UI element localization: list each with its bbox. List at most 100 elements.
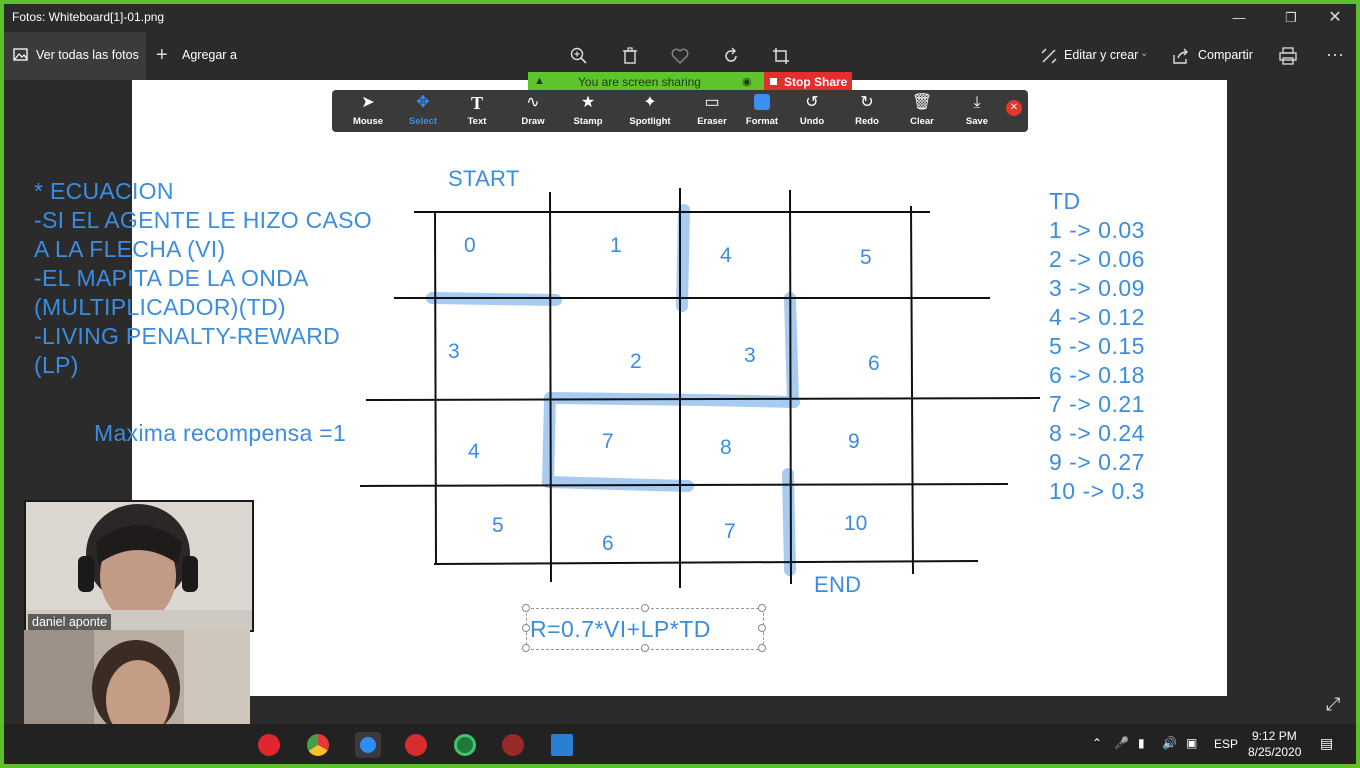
td-row: 7 -> 0.21 [1049, 391, 1145, 417]
grid-line [433, 560, 979, 565]
language-indicator[interactable]: ESP [1214, 737, 1238, 751]
grid-cell-value: 10 [844, 512, 868, 535]
note-line: (MULTIPLICADOR)(TD) [34, 294, 286, 320]
tool-clear[interactable]: 🗑 Clear [894, 90, 950, 132]
td-title: TD [1049, 188, 1081, 214]
grid-cell-value: 5 [860, 246, 872, 269]
text-icon: T [470, 93, 483, 113]
grid-cell-value: 3 [448, 340, 460, 363]
grid-cell-value: 6 [868, 352, 880, 375]
tool-format[interactable]: Format [734, 90, 790, 132]
note-line: (LP) [34, 352, 79, 378]
tool-spotlight[interactable]: ✦ Spotlight [622, 90, 678, 132]
grid-cell-value: 8 [720, 436, 732, 459]
stop-share-button[interactable]: Stop Share [764, 72, 852, 92]
grid-cell-value: 6 [602, 532, 614, 555]
td-row: 6 -> 0.18 [1049, 362, 1145, 388]
move-icon: ✥ [416, 94, 430, 111]
notifications-icon[interactable]: ▤ [1320, 735, 1333, 752]
battery-icon[interactable]: ▮ [1138, 736, 1145, 750]
end-label: END [814, 572, 862, 597]
note-line: -EL MAPITA DE LA ONDA [34, 265, 309, 291]
td-row: 3 -> 0.09 [1049, 275, 1145, 301]
tool-save[interactable]: ⤓ Save [949, 90, 1005, 132]
app-icon[interactable] [405, 734, 427, 756]
grid-line [789, 189, 792, 585]
grid-cell-value: 1 [610, 234, 622, 257]
shield-icon: ◉ [742, 76, 752, 88]
magic-wand-icon: ✦ [643, 94, 657, 111]
tool-stamp[interactable]: ★ Stamp [560, 90, 616, 132]
resize-handle[interactable] [641, 604, 649, 612]
start-label: START [448, 166, 520, 191]
tool-undo[interactable]: ↺ Undo [784, 90, 840, 132]
volume-icon[interactable]: 🔊 [1162, 736, 1177, 750]
redo-icon: ↻ [860, 94, 874, 111]
clock-time[interactable]: 9:12 PM [1252, 729, 1297, 743]
td-row: 10 -> 0.3 [1049, 478, 1145, 504]
app-icon[interactable] [454, 734, 476, 756]
grid-cell-value: 2 [630, 350, 642, 373]
resize-handle[interactable] [522, 624, 530, 632]
screen-sharing-banner: ▲ You are screen sharing ◉ [528, 72, 764, 92]
grid-cell-value: 3 [744, 344, 756, 367]
tool-draw[interactable]: ∿ Draw [505, 90, 561, 132]
video-tile-daniel[interactable]: daniel aponte [24, 500, 254, 632]
grid-cell-value: 5 [492, 514, 504, 537]
tool-eraser[interactable]: ▭ Eraser [684, 90, 740, 132]
annotation-toolbar: ➤ Mouse ✥ Select T Text ∿ Draw ★ Stamp ✦ Spotl… [332, 90, 1028, 132]
grid-line [549, 191, 552, 583]
td-row: 9 -> 0.27 [1049, 449, 1145, 475]
expand-icon[interactable]: ⤢ [1326, 694, 1340, 715]
cursor-icon: ➤ [361, 94, 375, 111]
resize-handle[interactable] [758, 644, 766, 652]
format-icon [734, 94, 790, 115]
tool-mouse[interactable]: ➤ Mouse [340, 90, 396, 132]
note-line: -SI EL AGENTE LE HIZO CASO [34, 207, 372, 233]
grid-cell-value: 7 [724, 520, 736, 543]
star-icon: ★ [580, 94, 596, 111]
sharing-icon: ▲ [534, 75, 545, 87]
resize-handle[interactable] [522, 604, 530, 612]
microphone-icon[interactable]: 🎤 [1114, 736, 1129, 750]
undo-icon: ↺ [805, 94, 819, 111]
td-row: 1 -> 0.03 [1049, 217, 1145, 243]
photos-app-icon[interactable] [551, 734, 573, 756]
photos-app-window: Fotos: Whiteboard[1]-01.png — ❐ ✕ Ver to… [4, 4, 1356, 764]
sharing-label: You are screen sharing [578, 75, 701, 89]
zoom-app-icon[interactable] [355, 732, 381, 758]
opera-icon[interactable] [258, 734, 280, 756]
td-row: 8 -> 0.24 [1049, 420, 1145, 446]
participant-name: daniel aponte [28, 614, 112, 630]
note-line: -LIVING PENALTY-REWARD [34, 323, 341, 349]
td-row: 2 -> 0.06 [1049, 246, 1145, 272]
clock-date[interactable]: 8/25/2020 [1248, 745, 1301, 759]
note-line: * ECUACION [34, 178, 174, 204]
path-highlight [426, 204, 800, 576]
resize-handle[interactable] [758, 624, 766, 632]
grid-line [434, 211, 437, 565]
taskbar: ⌃ 🎤 ▮ 🔊 ▣ ESP 9:12 PM 8/25/2020 ▤ [4, 724, 1356, 764]
td-row: 5 -> 0.15 [1049, 333, 1145, 359]
tool-select[interactable]: ✥ Select [395, 90, 451, 132]
participant-video [26, 502, 252, 630]
grid-cell-value: 0 [464, 234, 476, 257]
chrome-icon[interactable] [307, 734, 329, 756]
chevron-up-icon[interactable]: ⌃ [1092, 736, 1102, 750]
resize-handle[interactable] [522, 644, 530, 652]
formula-text[interactable]: R=0.7*VI+LP*TD [530, 616, 711, 643]
stop-share-label: Stop Share [784, 75, 848, 89]
note-line: A LA FLECHA (VI) [34, 236, 226, 262]
network-icon[interactable]: ▣ [1186, 736, 1197, 750]
grid-cell-value: 9 [848, 430, 860, 453]
tool-redo[interactable]: ↻ Redo [839, 90, 895, 132]
squiggle-icon: ∿ [526, 94, 540, 111]
max-reward-text: Maxima recompensa =1 [94, 420, 347, 446]
app-icon[interactable] [502, 734, 524, 756]
resize-handle[interactable] [758, 604, 766, 612]
eraser-icon: ▭ [704, 94, 720, 111]
tool-text[interactable]: T Text [449, 90, 505, 132]
resize-handle[interactable] [641, 644, 649, 652]
grid-cell-value: 4 [468, 440, 480, 463]
close-toolbar-icon[interactable]: ✕ [1006, 100, 1022, 116]
